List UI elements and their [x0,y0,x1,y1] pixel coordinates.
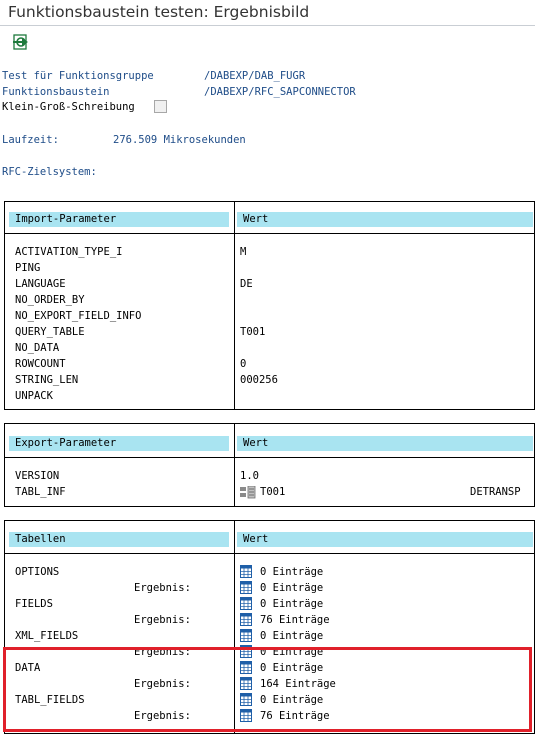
table-entries-before: 0 Einträge [260,630,324,642]
execute-icon[interactable] [12,33,30,51]
import-param-header: Import-Parameter [9,212,229,227]
table-icon[interactable] [240,581,252,594]
runtime-value: 276.509 Mikrosekunden [113,134,246,146]
export-tabl-inf-name: TABL_INF [15,486,66,498]
export-tabl-inf-extra: DETRANSP [470,486,521,498]
import-param-value[interactable]: DE [240,276,253,292]
table-entries-after: 0 Einträge [260,582,324,594]
import-param-name: NO_ORDER_BY [15,294,85,306]
table-name: OPTIONS [15,566,60,578]
table-entries-after: 76 Einträge [260,614,330,626]
table-icon[interactable] [240,613,252,626]
fb-value: /DABEXP/RFC_SAPCONNECTOR [204,86,356,98]
import-param-name: ROWCOUNT [15,358,66,370]
highlight-box [3,647,532,732]
import-param-name: UNPACK [15,390,53,402]
import-param-name: PING [15,262,41,274]
table-icon[interactable] [240,629,252,642]
import-param-name: NO_EXPORT_FIELD_INFO [15,310,142,322]
table-name: FIELDS [15,598,53,610]
import-param-value[interactable]: M [240,244,246,260]
table-icon[interactable] [240,565,252,578]
rfc-target-label: RFC-Zielsystem: [2,166,97,178]
test-group-value: /DABEXP/DAB_FUGR [204,70,306,82]
structure-icon[interactable] [240,486,256,499]
tables-param-header: Tabellen [9,532,229,547]
table-name: XML_FIELDS [15,630,79,642]
import-param-name: QUERY_TABLE [15,326,85,338]
export-version-value: 1.0 [240,470,259,482]
case-label: Klein-Groß-Schreibung [2,101,135,113]
import-param-value[interactable]: 000256 [240,372,278,388]
import-param-value[interactable]: T001 [240,324,265,340]
table-icon[interactable] [240,597,252,610]
import-param-name: STRING_LEN [15,374,79,386]
runtime-label: Laufzeit: [2,134,59,146]
import-param-name: NO_DATA [15,342,60,354]
table-entries-before: 0 Einträge [260,598,324,610]
import-value-header: Wert [237,212,533,227]
result-label: Ergebnis: [134,582,191,594]
export-value-header: Wert [237,436,533,451]
export-param-header: Export-Parameter [9,436,229,451]
export-tabl-inf-value: T001 [260,486,286,498]
table-entries-before: 0 Einträge [260,566,324,578]
fb-label: Funktionsbaustein [2,86,110,98]
tables-value-header: Wert [237,532,533,547]
result-label: Ergebnis: [134,614,191,626]
import-param-name: ACTIVATION_TYPE_I [15,246,123,258]
import-param-value[interactable]: 0 [240,356,246,372]
case-sensitive-checkbox[interactable] [154,100,167,113]
window-title: Funktionsbaustein testen: Ergebnisbild [0,0,535,26]
export-version-name: VERSION [15,470,60,482]
import-param-name: LANGUAGE [15,278,66,290]
test-group-label: Test für Funktionsgruppe [2,70,154,82]
